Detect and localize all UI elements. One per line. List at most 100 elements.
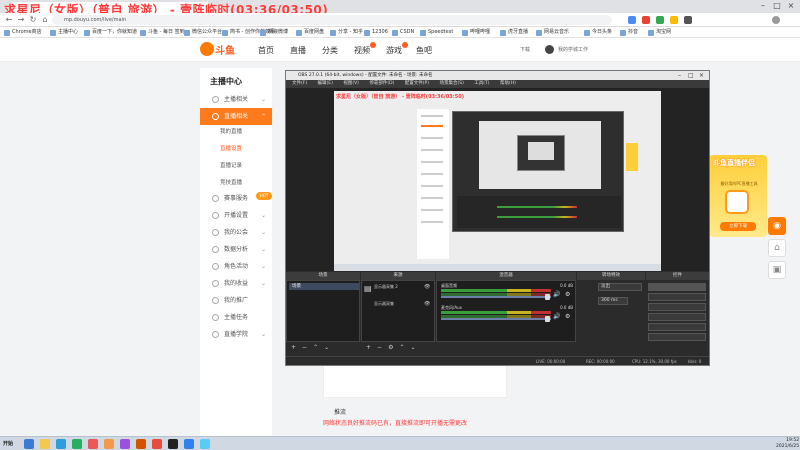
up-icon[interactable]: ⌃: [313, 344, 318, 351]
minimize-icon[interactable]: –: [758, 1, 768, 11]
sidebar-item-activity[interactable]: 角色活动 ⌄: [200, 258, 272, 275]
speaker-icon[interactable]: 🔊: [553, 291, 560, 298]
extension-icon[interactable]: [628, 16, 636, 24]
control-button[interactable]: [648, 303, 706, 311]
bookmark[interactable]: CSDN: [392, 28, 414, 37]
down-icon[interactable]: ⌄: [324, 344, 329, 351]
taskbar-app-icon[interactable]: [152, 439, 162, 449]
remove-icon[interactable]: −: [377, 344, 382, 351]
maximize-icon[interactable]: □: [772, 1, 782, 11]
control-button[interactable]: [648, 283, 706, 291]
source-item[interactable]: 显示器采集 2: [374, 284, 398, 290]
taskbar-app-icon[interactable]: [72, 439, 82, 449]
taskbar-app-icon[interactable]: [40, 439, 50, 449]
sidebar-sub-item[interactable]: 直播记录: [200, 159, 272, 174]
taskbar-app-icon[interactable]: [120, 439, 130, 449]
control-button[interactable]: [648, 333, 706, 341]
menu-edit[interactable]: 编辑(E): [318, 81, 333, 86]
gear-icon[interactable]: ⚙: [388, 344, 393, 351]
bookmark[interactable]: 抖音: [620, 28, 638, 37]
obs-close-icon[interactable]: ×: [699, 71, 704, 80]
control-button[interactable]: [648, 313, 706, 321]
extension-icon[interactable]: [642, 16, 650, 24]
down-icon[interactable]: ⌄: [410, 344, 415, 351]
taskbar-app-icon[interactable]: [136, 439, 146, 449]
menu-profile[interactable]: 配置文件(P): [405, 81, 429, 86]
taskbar-app-icon[interactable]: [24, 439, 34, 449]
bookmark[interactable]: 主播中心: [50, 28, 78, 37]
extension-icon[interactable]: [684, 16, 692, 24]
up-icon[interactable]: ⌃: [399, 344, 404, 351]
volume-fader-knob[interactable]: [545, 294, 550, 300]
bookmark[interactable]: 网易云音乐: [536, 28, 569, 37]
sidebar-item-live[interactable]: 直播相关 ⌃: [200, 108, 272, 125]
sidebar-item-tasks[interactable]: 主播任务: [200, 309, 272, 326]
sidebar-item-guild[interactable]: 我的公会 ⌄: [200, 224, 272, 241]
clock[interactable]: 19:52 2021/6/25: [776, 438, 799, 450]
companion-promo[interactable]: 斗鱼直播伴侣 最好用的PC直播工具 立即下载: [709, 155, 767, 237]
bookmark[interactable]: 微信公众平台: [184, 28, 222, 37]
menu-help[interactable]: 帮助(H): [500, 81, 516, 86]
bookmark[interactable]: 斗鱼 - 每日 签到: [140, 28, 185, 37]
volume-fader[interactable]: [441, 318, 551, 320]
transition-duration[interactable]: 300 ms: [598, 297, 628, 305]
bookmark[interactable]: 虎牙直播: [500, 28, 528, 37]
home-float-icon[interactable]: ⌂: [768, 239, 786, 257]
close-icon[interactable]: ×: [786, 1, 796, 11]
bookmark[interactable]: 百度网盘: [296, 28, 324, 37]
reload-icon[interactable]: ↻: [28, 15, 38, 25]
volume-fader[interactable]: [441, 296, 551, 298]
transition-select[interactable]: 淡出: [598, 283, 642, 291]
douyu-logo[interactable]: 斗鱼: [200, 42, 236, 58]
extension-icon[interactable]: [670, 16, 678, 24]
control-button[interactable]: [648, 293, 706, 301]
live-float-icon[interactable]: ◉: [768, 217, 786, 235]
menu-docks[interactable]: 停靠部件(D): [369, 81, 394, 86]
nav-game[interactable]: 游戏: [386, 45, 402, 56]
start-button[interactable]: 开始: [3, 439, 21, 449]
eye-icon[interactable]: 👁: [424, 284, 430, 290]
nav-live[interactable]: 直播: [290, 45, 306, 56]
sidebar-sub-item-active[interactable]: 直播设置: [200, 142, 272, 157]
sidebar-item-settings[interactable]: 开播设置 ⌄: [200, 207, 272, 224]
profile-icon[interactable]: [772, 16, 780, 24]
bookmark[interactable]: 12306: [364, 28, 388, 37]
nav-video[interactable]: 视频: [354, 45, 370, 56]
menu-view[interactable]: 视图(V): [343, 81, 359, 86]
taskbar-app-icon[interactable]: [88, 439, 98, 449]
volume-fader-knob[interactable]: [545, 316, 550, 322]
sidebar-item-academy[interactable]: 直播学院 ⌄: [200, 326, 272, 343]
taskbar-app-icon[interactable]: [200, 439, 210, 449]
bookmark[interactable]: 今日头条: [584, 28, 612, 37]
add-icon[interactable]: +: [366, 344, 371, 351]
taskbar-app-icon[interactable]: [56, 439, 66, 449]
obs-preview-canvas[interactable]: 求星尼（女版）（普自 旅游） - 壹阵临时(03:36/03:50): [334, 91, 661, 273]
back-icon[interactable]: ←: [4, 15, 14, 25]
obs-maximize-icon[interactable]: □: [688, 71, 694, 80]
sidebar-sub-item[interactable]: 竞技直播: [200, 176, 272, 191]
mixer-gear-icon[interactable]: ⚙: [565, 291, 570, 298]
bookmark[interactable]: 分享 - 知乎: [330, 28, 363, 37]
bookmark[interactable]: Chrome商店: [4, 28, 42, 37]
taskbar-app-icon[interactable]: [168, 439, 178, 449]
remove-icon[interactable]: −: [302, 344, 307, 351]
scene-item[interactable]: 场景: [289, 283, 359, 290]
home-icon[interactable]: ⌂: [40, 15, 50, 25]
eye-icon[interactable]: 👁: [424, 301, 430, 307]
sidebar-item-data[interactable]: 数据分析 ⌄: [200, 241, 272, 258]
add-icon[interactable]: +: [291, 344, 296, 351]
download-link[interactable]: 下载: [520, 46, 530, 53]
bookmark[interactable]: 哔哩哔哩: [462, 28, 490, 37]
url-input[interactable]: mp.douyu.com/live/main: [52, 15, 612, 25]
username[interactable]: 我的学城工作: [558, 46, 588, 53]
sidebar-item-promotion[interactable]: 我的推广: [200, 292, 272, 309]
control-button[interactable]: [648, 323, 706, 331]
menu-tools[interactable]: 工具(T): [474, 81, 489, 86]
taskbar-app-icon[interactable]: [184, 439, 194, 449]
obs-minimize-icon[interactable]: –: [678, 71, 681, 80]
avatar[interactable]: [545, 45, 554, 54]
bookmark[interactable]: Speedtest: [420, 28, 453, 37]
menu-scene-collection[interactable]: 场景集合(S): [439, 81, 463, 86]
extension-icon[interactable]: [656, 16, 664, 24]
speaker-icon[interactable]: 🔊: [553, 313, 560, 320]
